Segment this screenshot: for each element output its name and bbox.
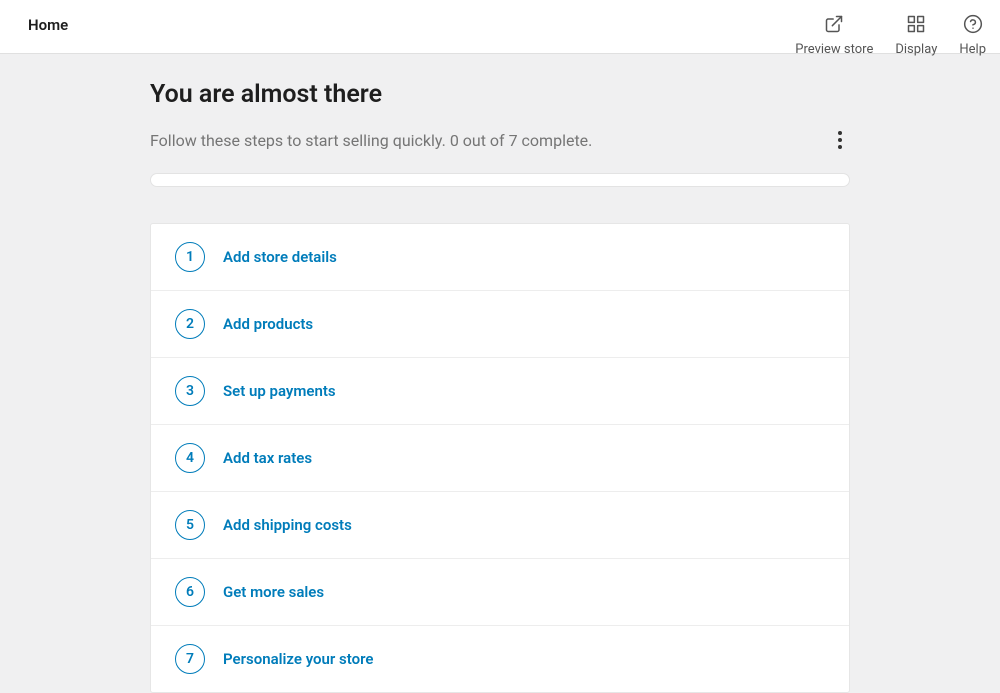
step-add-store-details[interactable]: 1 Add store details	[151, 224, 849, 291]
step-personalize-your-store[interactable]: 7 Personalize your store	[151, 626, 849, 692]
display-button[interactable]: Display	[895, 14, 937, 57]
step-number-badge: 2	[175, 309, 205, 339]
display-label: Display	[895, 42, 937, 57]
step-label: Add shipping costs	[223, 516, 352, 534]
steps-card: 1 Add store details 2 Add products 3 Set…	[150, 223, 850, 693]
progress-wrap	[150, 173, 850, 187]
step-label: Set up payments	[223, 382, 336, 400]
top-bar: Home Preview store Display	[0, 0, 1000, 54]
step-label: Add products	[223, 315, 313, 333]
more-options-button[interactable]	[832, 125, 848, 155]
main-content: You are almost there Follow these steps …	[150, 54, 850, 693]
step-add-tax-rates[interactable]: 4 Add tax rates	[151, 425, 849, 492]
step-add-shipping-costs[interactable]: 5 Add shipping costs	[151, 492, 849, 559]
setup-subtext: Follow these steps to start selling quic…	[150, 131, 592, 150]
help-label: Help	[959, 42, 986, 57]
subtext-row: Follow these steps to start selling quic…	[150, 125, 850, 155]
step-number-badge: 5	[175, 510, 205, 540]
step-add-products[interactable]: 2 Add products	[151, 291, 849, 358]
setup-heading: You are almost there	[150, 80, 850, 109]
top-actions: Preview store Display Help	[795, 14, 990, 57]
step-number-badge: 1	[175, 242, 205, 272]
progress-bar	[150, 173, 850, 187]
step-label: Add tax rates	[223, 449, 312, 467]
step-number-badge: 6	[175, 577, 205, 607]
grid-icon	[906, 14, 926, 38]
preview-store-label: Preview store	[795, 42, 873, 57]
step-label: Add store details	[223, 248, 337, 266]
step-number-badge: 7	[175, 644, 205, 674]
step-number-badge: 3	[175, 376, 205, 406]
step-get-more-sales[interactable]: 6 Get more sales	[151, 559, 849, 626]
step-set-up-payments[interactable]: 3 Set up payments	[151, 358, 849, 425]
step-number-badge: 4	[175, 443, 205, 473]
external-link-icon	[824, 14, 844, 38]
page-title: Home	[28, 16, 68, 34]
help-button[interactable]: Help	[959, 14, 986, 57]
help-icon	[963, 14, 983, 38]
preview-store-button[interactable]: Preview store	[795, 14, 873, 57]
step-label: Personalize your store	[223, 650, 373, 668]
step-label: Get more sales	[223, 583, 324, 601]
